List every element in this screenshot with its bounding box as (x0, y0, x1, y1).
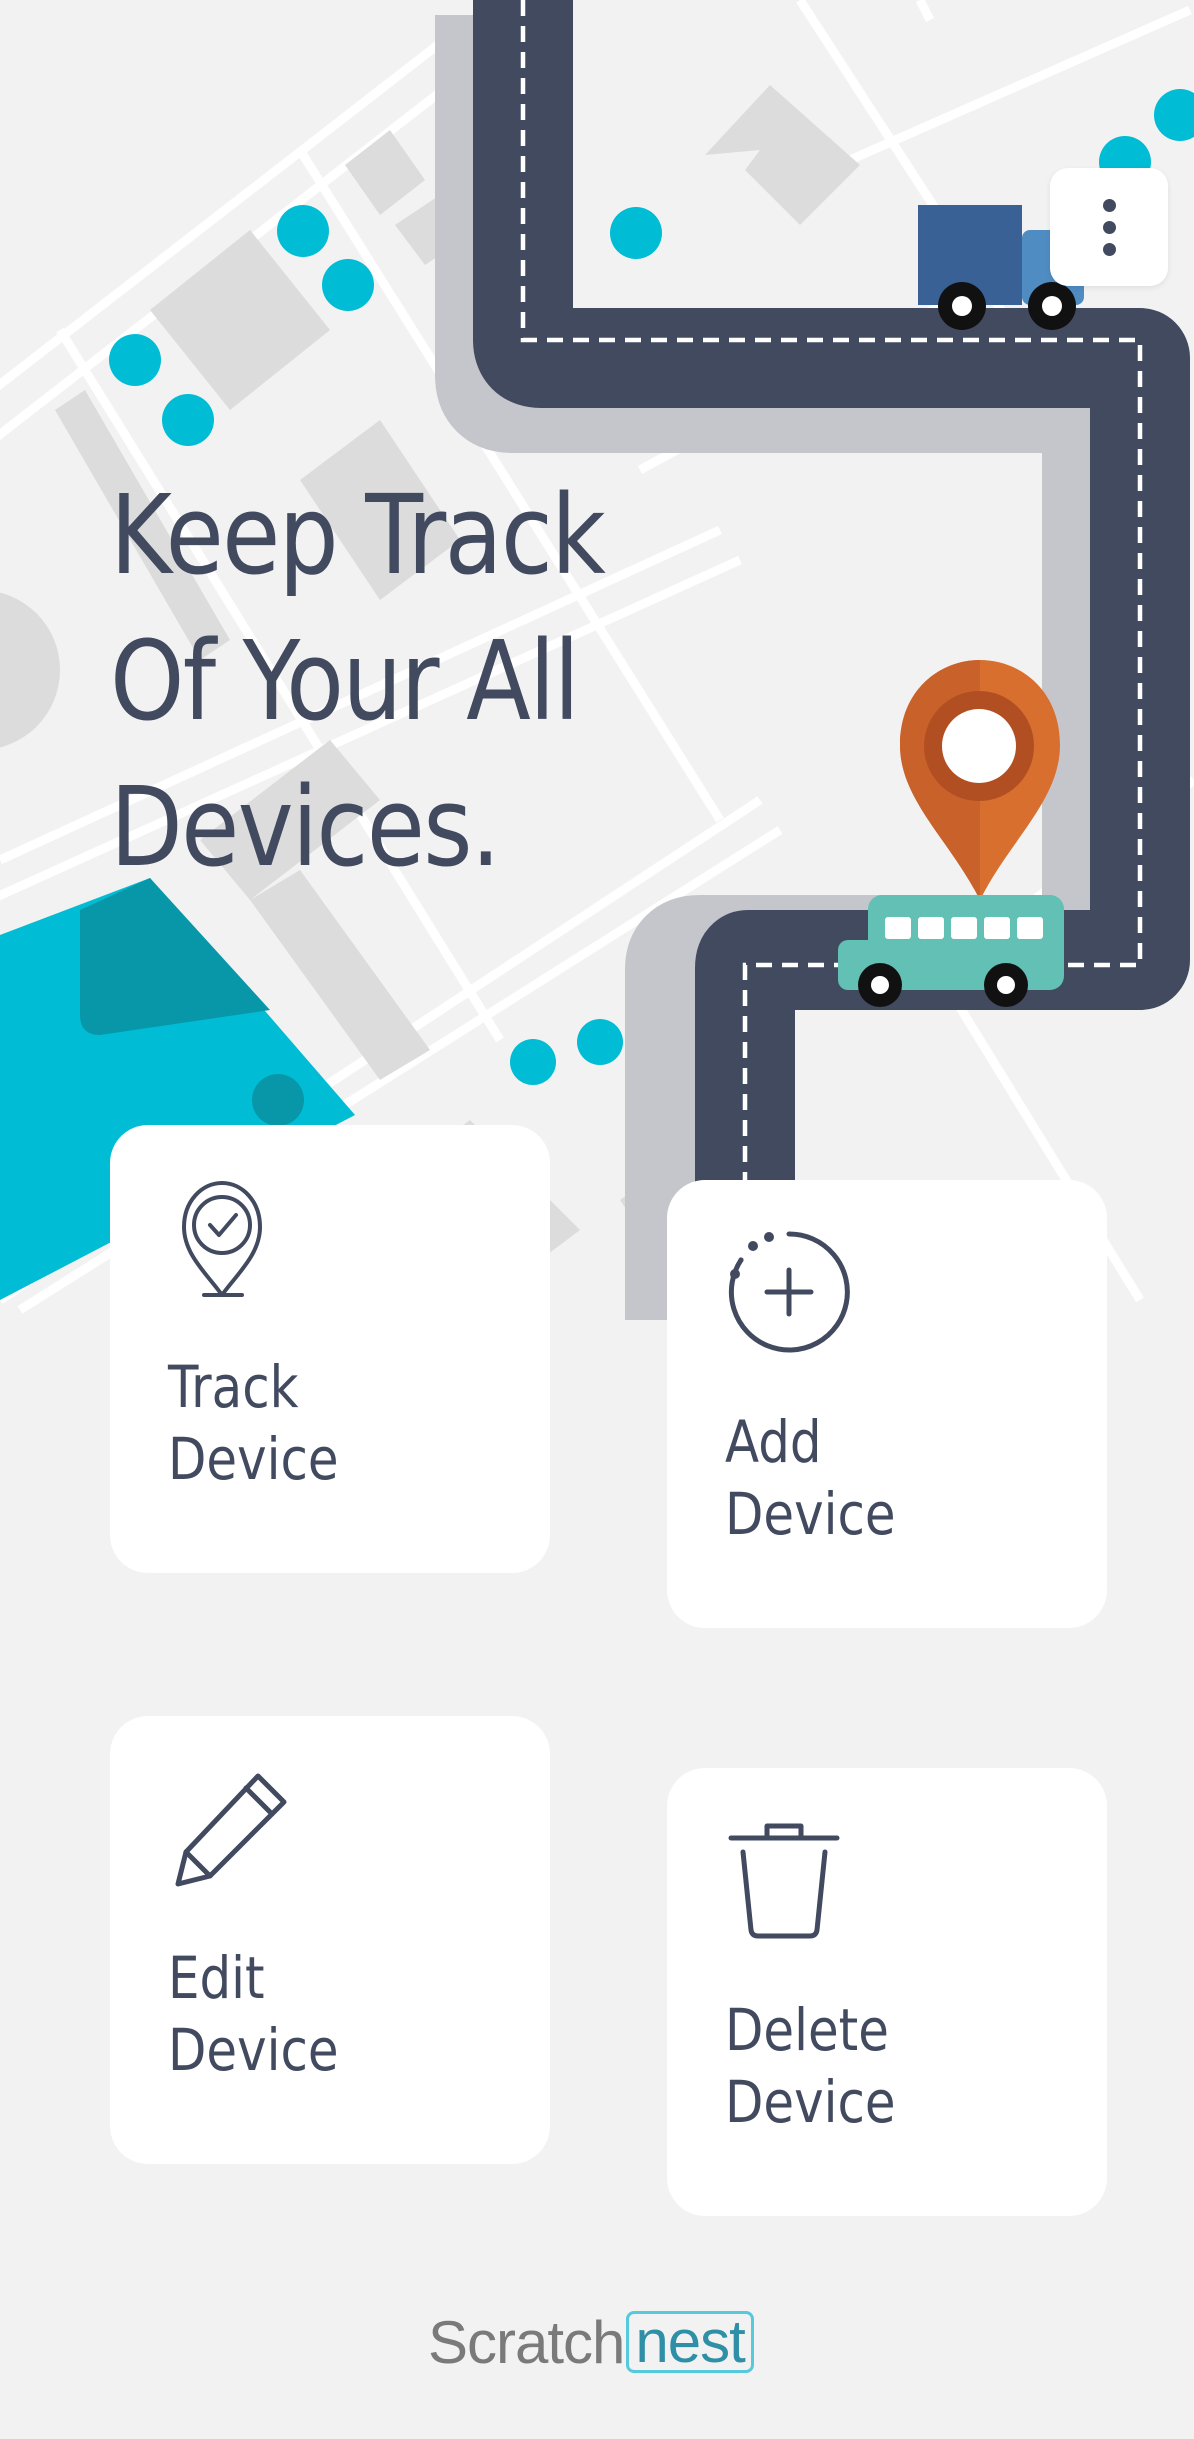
headline-line-2: Of Your All (110, 617, 580, 745)
edit-device-label: Edit Device (168, 1944, 339, 2084)
delete-device-button[interactable]: Delete Device (667, 1768, 1107, 2216)
track-device-label: Track Device (168, 1353, 339, 1493)
add-device-button[interactable]: Add Device (667, 1180, 1107, 1628)
location-check-icon (182, 1181, 262, 1297)
edit-device-button[interactable]: Edit Device (110, 1716, 550, 2164)
trash-icon (728, 1823, 840, 1939)
pencil-icon (175, 1773, 287, 1887)
vertical-dots-icon (1102, 198, 1116, 212)
delete-device-label: Delete Device (725, 1996, 896, 2136)
headline-line-3: Devices. (110, 763, 501, 891)
headline-line-1: Keep Track (110, 471, 606, 599)
plus-circle-icon (728, 1231, 850, 1353)
more-options-button[interactable] (1050, 168, 1168, 286)
add-device-label: Add Device (725, 1408, 896, 1548)
track-device-button[interactable]: Track Device (110, 1125, 550, 1573)
page-headline: Keep Track Of Your All Devices. (110, 462, 606, 900)
brand-logo: Scratch nest (428, 2309, 754, 2376)
